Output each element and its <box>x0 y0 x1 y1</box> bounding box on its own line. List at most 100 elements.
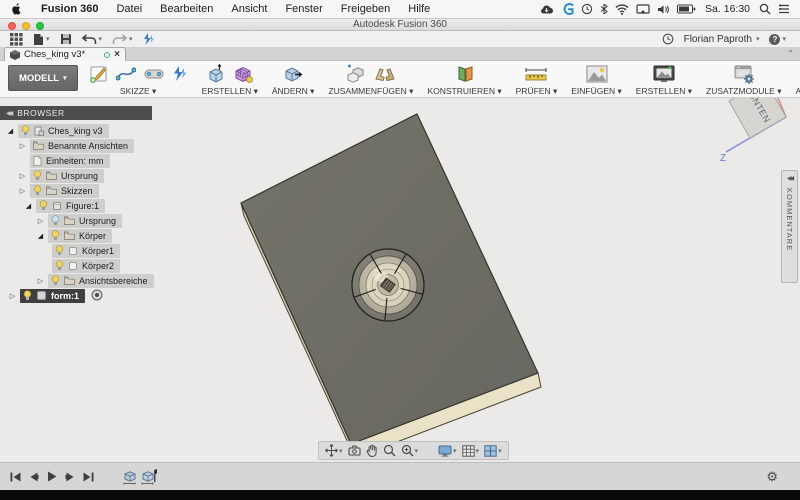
ribbon-group-label[interactable]: ZUSATZMODULE ▾ <box>706 86 781 97</box>
menu-fusion360[interactable]: Fusion 360 <box>32 0 107 19</box>
menu-datei[interactable]: Datei <box>107 0 151 19</box>
ribbon-group-label[interactable]: ERSTELLEN ▾ <box>202 86 258 97</box>
tree-row-origin[interactable]: ▷ Ursprung <box>0 168 152 183</box>
menu-fenster[interactable]: Fenster <box>276 0 331 19</box>
menu-hilfe[interactable]: Hilfe <box>399 0 439 19</box>
help-menu-button[interactable]: ? ▾ <box>769 34 786 45</box>
ribbon-group-label[interactable]: EINFÜGEN ▾ <box>571 86 622 97</box>
tree-row-bodies-folder[interactable]: ◢ Körper <box>0 228 152 243</box>
expand-comments-icon[interactable]: ◀◀ <box>787 175 792 182</box>
time-machine-icon[interactable] <box>581 3 593 15</box>
look-at-button[interactable] <box>348 445 361 456</box>
bulb-icon[interactable] <box>51 275 60 286</box>
timeline-settings-gear-icon[interactable]: ⚙ <box>766 469 800 485</box>
timeline-feature-body2[interactable] <box>140 469 157 485</box>
recent-activity-clock-icon[interactable] <box>662 33 674 45</box>
ribbon-group-label[interactable]: ERSTELLEN ▾ <box>636 86 692 97</box>
bulb-icon[interactable] <box>55 260 64 271</box>
collapse-browser-icon[interactable]: ◀◀ <box>6 110 11 117</box>
measure-icon[interactable] <box>524 66 548 82</box>
menu-bearbeiten[interactable]: Bearbeiten <box>151 0 222 19</box>
timeline-skip-end-button[interactable] <box>83 472 94 482</box>
addins-icon[interactable] <box>733 65 755 84</box>
ribbon-group-label[interactable]: PRÜFEN ▾ <box>516 86 558 97</box>
ribbon-group-label[interactable]: ZUSAMMENFÜGEN ▾ <box>328 86 413 97</box>
construction-plane-icon[interactable] <box>455 64 475 84</box>
bluetooth-icon[interactable] <box>600 3 608 15</box>
expand-arrow-icon[interactable]: ▷ <box>36 277 45 285</box>
notification-center-icon[interactable] <box>778 4 790 14</box>
data-panel-grid-icon[interactable] <box>10 33 23 46</box>
expand-arrow-icon[interactable]: ◢ <box>6 127 15 135</box>
create-sketch-icon[interactable] <box>89 64 109 84</box>
viewports-button[interactable]: ▾ <box>484 445 502 457</box>
expand-arrow-icon[interactable]: ▷ <box>18 172 27 180</box>
display-mirroring-icon[interactable] <box>636 4 650 14</box>
tree-row-figure-origin[interactable]: ▷ Ursprung <box>0 213 152 228</box>
tab-close-icon[interactable]: × <box>114 50 120 60</box>
timeline-step-back-button[interactable] <box>29 472 39 482</box>
bulb-icon[interactable] <box>39 200 48 211</box>
3d-viewport[interactable]: X UNTEN Z ◀◀ BROWSER ◢ Ches_king v3 ▷ <box>0 98 800 462</box>
sketch-form-icon[interactable] <box>172 65 188 83</box>
recess-circular-feature[interactable] <box>352 249 424 321</box>
press-pull-icon[interactable] <box>283 64 303 84</box>
expand-arrow-icon[interactable]: ▷ <box>8 292 17 300</box>
expand-arrow-icon[interactable]: ◢ <box>24 202 33 210</box>
tree-row-view-areas[interactable]: ▷ Ansichtsbereiche <box>0 273 152 288</box>
bulb-icon[interactable] <box>33 185 42 196</box>
undo-button[interactable]: ▾ <box>82 34 103 45</box>
tree-row-named-views[interactable]: ▷ Benannte Ansichten <box>0 138 152 153</box>
tree-row-body1[interactable]: Körper1 <box>0 243 152 258</box>
display-settings-button[interactable]: ▾ <box>438 445 457 457</box>
expand-arrow-icon[interactable]: ▷ <box>18 142 27 150</box>
logitech-g-icon[interactable] <box>562 3 574 15</box>
save-button[interactable] <box>60 33 72 45</box>
extrude-icon[interactable] <box>206 64 226 84</box>
ribbon-group-label[interactable]: ÄNDERN ▾ <box>272 86 315 97</box>
battery-icon[interactable] <box>677 4 696 14</box>
tree-row-figure[interactable]: ◢ Figure:1 <box>0 198 152 213</box>
tree-row-form-selected[interactable]: ▷ form:1 <box>0 288 152 303</box>
ribbon-group-label[interactable]: KONSTRUIEREN ▾ <box>427 86 501 97</box>
workspace-selector-button[interactable]: MODELL ▾ <box>8 65 78 91</box>
slot-icon[interactable] <box>143 67 165 81</box>
visibility-radio-icon[interactable] <box>91 289 103 303</box>
menu-freigeben[interactable]: Freigeben <box>332 0 400 19</box>
zoom-window-button[interactable]: ▾ <box>401 444 419 457</box>
browser-panel-header[interactable]: ◀◀ BROWSER <box>0 106 152 120</box>
bulb-icon[interactable] <box>55 245 64 256</box>
wifi-icon[interactable] <box>615 4 629 15</box>
bulb-icon[interactable] <box>33 170 42 181</box>
volume-icon[interactable] <box>657 4 670 15</box>
job-status-icon[interactable] <box>143 33 155 46</box>
timeline-play-button[interactable] <box>47 471 57 482</box>
spotlight-search-icon[interactable] <box>759 3 771 15</box>
ribbon-group-label[interactable]: SKIZZE ▾ <box>120 86 156 97</box>
tree-row-body2[interactable]: Körper2 <box>0 258 152 273</box>
insert-image-icon[interactable] <box>586 65 608 83</box>
bulb-icon[interactable] <box>23 290 32 301</box>
backup-cloud-icon[interactable] <box>540 4 555 15</box>
bulb-icon[interactable] <box>51 230 60 241</box>
file-menu-button[interactable]: ▾ <box>33 33 50 46</box>
timeline-feature-body1[interactable] <box>122 469 137 485</box>
spline-icon[interactable] <box>116 66 136 82</box>
orbit-button[interactable]: ▾ <box>325 444 343 457</box>
collapse-toolbar-chevron-icon[interactable]: ⌃ <box>787 49 794 58</box>
comments-panel-tab[interactable]: ◀◀ KOMMENTARE <box>781 170 798 283</box>
pan-hand-button[interactable] <box>366 444 378 457</box>
form-box-icon[interactable] <box>233 64 254 84</box>
account-menu-button[interactable]: Florian Paproth ▾ <box>684 34 760 45</box>
menu-ansicht[interactable]: Ansicht <box>222 0 276 19</box>
apple-menu-icon[interactable] <box>0 3 32 15</box>
tree-row-document[interactable]: ◢ Ches_king v3 <box>0 123 152 138</box>
bulb-icon[interactable] <box>21 125 30 136</box>
new-component-icon[interactable] <box>345 64 367 84</box>
menubar-clock[interactable]: Sa. 16:30 <box>703 3 752 15</box>
expand-arrow-icon[interactable]: ▷ <box>36 217 45 225</box>
timeline-skip-start-button[interactable] <box>10 472 21 482</box>
joint-icon[interactable] <box>374 65 396 83</box>
expand-arrow-icon[interactable]: ▷ <box>18 187 27 195</box>
capture-image-icon[interactable] <box>653 65 675 83</box>
